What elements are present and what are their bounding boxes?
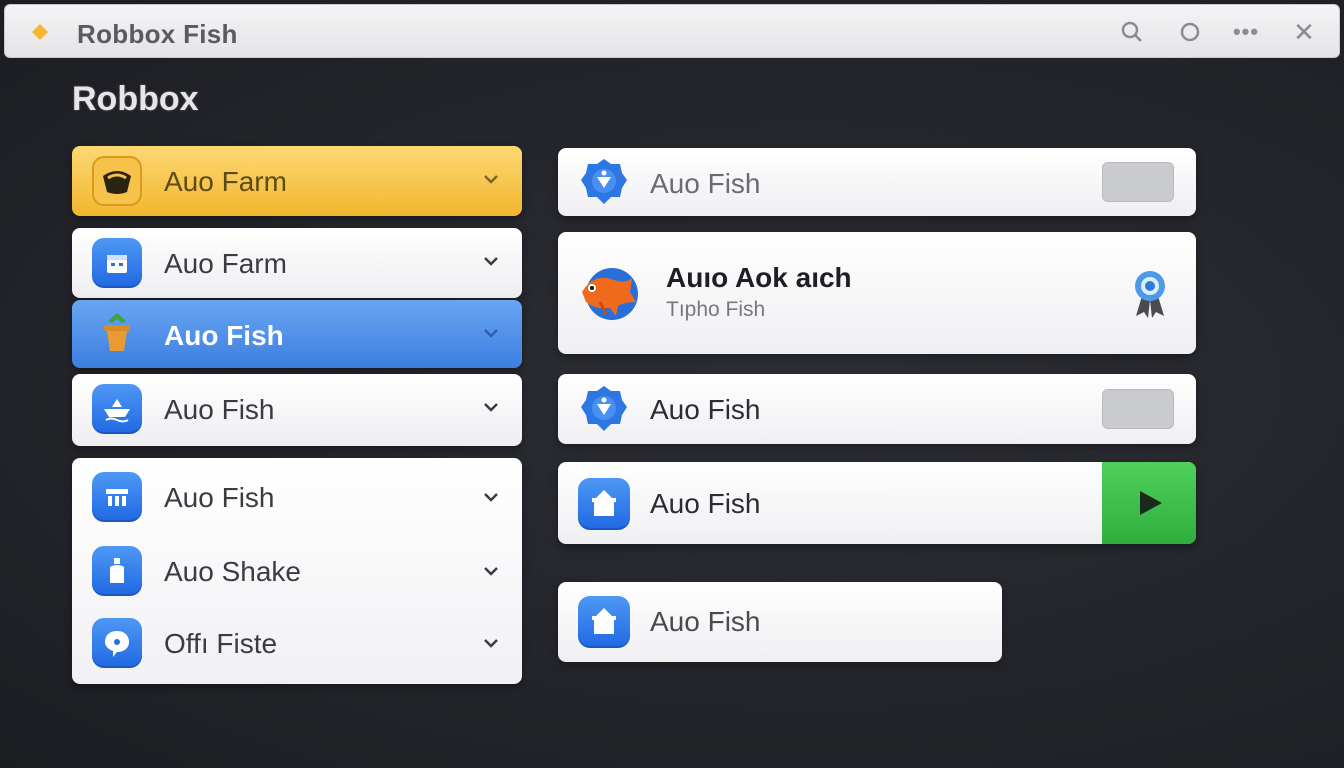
card-label: Auo Fish: [650, 606, 761, 637]
menu-item-auto-fish-group[interactable]: Auo Fish: [72, 462, 522, 532]
chevron-down-icon: [484, 403, 498, 412]
table-icon: [92, 472, 142, 522]
menu-item-label: Auo Fish: [164, 482, 275, 513]
menu-item-auto-farm-1[interactable]: Auo Farm: [72, 146, 522, 216]
app-window: Robbox Fish ••• ✕ Robbox Auo Farm Auo Fa…: [0, 0, 1344, 768]
chat-bubble-icon: [92, 618, 142, 668]
menu-item-label: Auo Shake: [164, 556, 301, 587]
boat-icon: [92, 384, 142, 434]
house-icon: [578, 596, 630, 648]
award-ribbon-icon: [1135, 271, 1165, 318]
menu-item-auto-fish[interactable]: Auo Fish: [72, 374, 522, 446]
menu-item-label: Auo Farm: [164, 248, 287, 279]
menu-item-label: Auo Farm: [164, 166, 287, 197]
menu-item-auto-farm-2[interactable]: Auo Farm: [72, 228, 522, 298]
page-heading: Robbox: [72, 80, 199, 118]
chevron-down-icon: [484, 639, 498, 648]
menu-item-label: Auo Fish: [164, 320, 284, 351]
orange-fish-icon: [582, 268, 638, 320]
play-button[interactable]: [1102, 462, 1196, 544]
menu-item-auto-fish-selected[interactable]: Auo Fish: [72, 300, 522, 368]
featured-card[interactable]: Auıo Aok aıch Tıpho Fish: [558, 232, 1196, 354]
menu-item-label: Offı Fiste: [164, 628, 278, 659]
bottle-icon: [92, 546, 142, 596]
toggle-switch[interactable]: [1102, 389, 1174, 429]
title-bar: Robbox Fish ••• ✕: [4, 4, 1340, 58]
menu-item-auto-shake[interactable]: Auo Shake: [72, 536, 522, 606]
auto-fish-card-4[interactable]: Auo Fish: [558, 462, 1196, 544]
menu-group: Auo Fish Auo Shake Offı Fiste: [72, 458, 522, 684]
chevron-down-icon: [484, 257, 498, 266]
featured-subtitle: Tıpho Fish: [666, 298, 766, 321]
fish-bowl-icon: [92, 156, 142, 206]
plant-pot-icon: [92, 308, 142, 358]
more-icon[interactable]: •••: [1231, 17, 1261, 47]
shield-badge-icon: [581, 386, 627, 431]
auto-fish-card-5[interactable]: Auo Fish: [558, 582, 1002, 662]
menu-item-offi-fiste[interactable]: Offı Fiste: [72, 608, 522, 678]
menu-item-label: Auo Fish: [164, 394, 275, 425]
close-icon[interactable]: ✕: [1289, 17, 1319, 47]
app-logo-icon: [32, 24, 48, 40]
play-icon: [1140, 491, 1162, 515]
house-icon: [578, 478, 630, 530]
shield-badge-icon: [581, 159, 627, 204]
card-label: Auo Fish: [650, 394, 761, 425]
toggle-switch[interactable]: [1102, 162, 1174, 202]
card-label: Auo Fish: [650, 488, 761, 519]
calendar-icon: [92, 238, 142, 288]
chevron-down-icon: [484, 329, 498, 338]
chevron-down-icon: [484, 493, 498, 502]
auto-fish-card-1[interactable]: Auo Fish: [558, 148, 1196, 216]
featured-title: Auıo Aok aıch: [666, 262, 852, 293]
chevron-down-icon: [484, 175, 498, 184]
search-icon[interactable]: [1117, 17, 1147, 47]
auto-fish-card-3[interactable]: Auo Fish: [558, 374, 1196, 444]
window-title: Robbox Fish: [77, 19, 238, 49]
chevron-down-icon: [484, 567, 498, 576]
circle-icon[interactable]: [1175, 17, 1205, 47]
card-label: Auo Fish: [650, 168, 761, 199]
